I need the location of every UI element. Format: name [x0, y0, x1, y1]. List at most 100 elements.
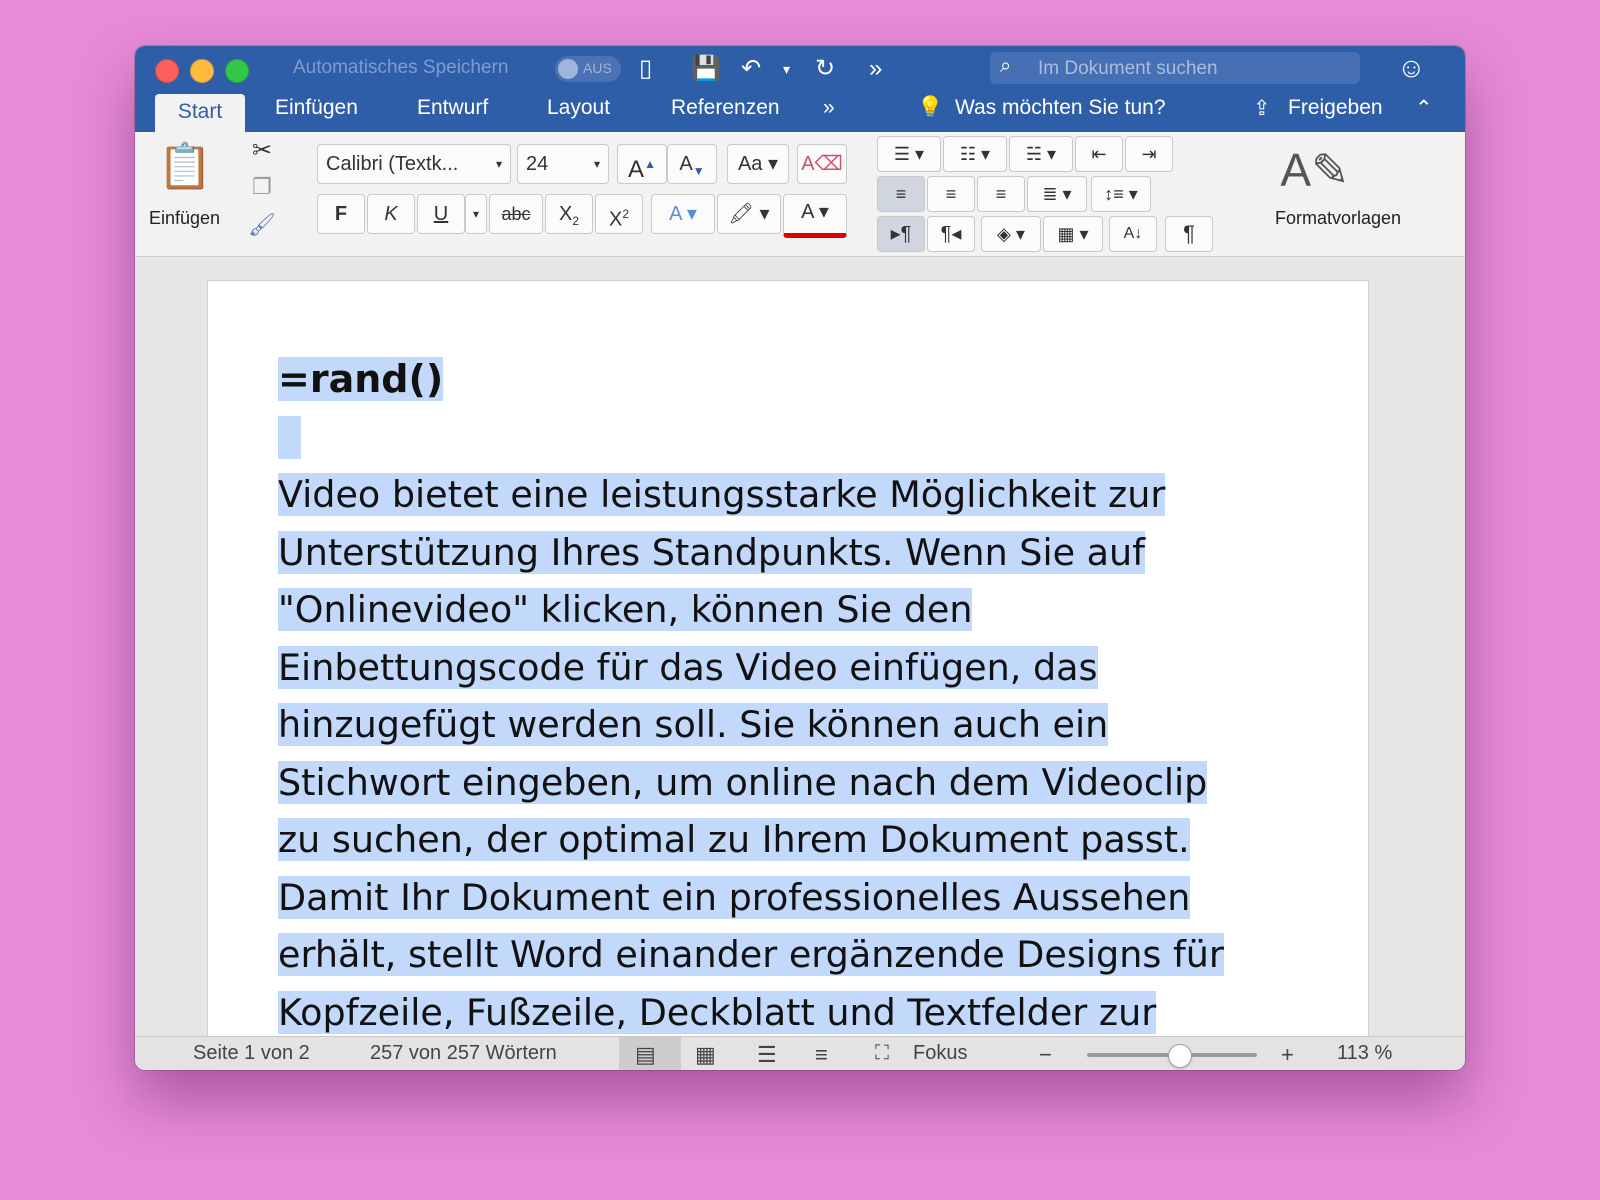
zoom-window-button[interactable] [225, 59, 249, 83]
tab-entwurf[interactable]: Entwurf [417, 96, 488, 120]
strikethrough-button[interactable]: abc [489, 194, 543, 234]
paragraph-line: Damit Ihr Dokument ein professionelles A… [278, 869, 1288, 927]
paragraph-text[interactable]: zu suchen, der optimal zu Ihrem Dokument… [278, 818, 1190, 861]
copy-icon[interactable]: ❐ [245, 174, 279, 208]
clipboard-icon[interactable]: 📋 [149, 140, 221, 200]
paragraph-text[interactable]: Unterstützung Ihres Standpunkts. Wenn Si… [278, 530, 1146, 574]
clear-formatting-icon[interactable]: A⌫ [797, 144, 847, 184]
page-count[interactable]: Seite 1 von 2 [193, 1042, 310, 1065]
change-case-icon[interactable]: Aa ▾ [727, 144, 789, 184]
underline-button[interactable]: U [417, 194, 465, 234]
highlight-icon[interactable]: 🖍 ▾ [717, 194, 781, 234]
status-bar: Seite 1 von 2 257 von 257 Wörtern ▤ ▦ ☰ … [135, 1036, 1465, 1070]
paragraph-text[interactable]: hinzugefügt werden soll. Sie können auch… [278, 703, 1109, 746]
document-body[interactable]: =rand() Video bietet eine leistungsstark… [278, 351, 1288, 1037]
heading-text[interactable]: =rand() [278, 357, 444, 401]
tab-referenzen[interactable]: Referenzen [671, 96, 780, 120]
styles-pane-icon[interactable]: A✎ [1275, 140, 1355, 200]
justify-icon[interactable]: ≣ ▾ [1027, 176, 1087, 212]
outline-view-icon[interactable]: ☰ [757, 1042, 777, 1068]
font-name-select[interactable]: Calibri (Textk... ▾ [317, 144, 511, 184]
borders-icon[interactable]: ▦ ▾ [1043, 216, 1103, 252]
shading-icon[interactable]: ◈ ▾ [981, 216, 1041, 252]
paste-label[interactable]: Einfügen [149, 208, 220, 229]
more-tabs-icon[interactable]: » [823, 96, 835, 120]
paragraph-text[interactable]: erhält, stellt Word einander ergänzende … [278, 933, 1224, 976]
share-icon[interactable]: ⇪ [1253, 96, 1271, 121]
share-button[interactable]: Freigeben [1288, 96, 1383, 120]
more-commands-icon[interactable]: » [869, 54, 882, 84]
autosave-label: Automatisches Speichern [293, 57, 509, 78]
word-count[interactable]: 257 von 257 Wörtern [370, 1042, 557, 1065]
align-right-icon[interactable]: ≡ [977, 176, 1025, 212]
font-color-icon[interactable]: A ▾ [783, 194, 847, 238]
tab-einfuegen[interactable]: Einfügen [275, 96, 358, 120]
document-search[interactable]: ⌕ Im Dokument suchen [990, 52, 1360, 84]
feedback-smiley-icon[interactable]: ☺ [1397, 52, 1426, 84]
cut-icon[interactable]: ✂ [245, 136, 279, 170]
document-page[interactable]: =rand() Video bietet eine leistungsstark… [208, 281, 1368, 1037]
paragraph-line: hinzugefügt werden soll. Sie können auch… [278, 696, 1288, 754]
focus-mode-button[interactable]: Fokus [913, 1042, 967, 1065]
focus-icon[interactable]: ⛶ [875, 1042, 889, 1065]
ribbon: 📋 Einfügen ✂ ❐ 🖌 Calibri (Textk... ▾ 24 … [135, 132, 1465, 257]
tell-me-field[interactable]: Was möchten Sie tun? [955, 96, 1166, 120]
paragraph-text[interactable]: Video bietet eine leistungsstarke Möglic… [278, 473, 1166, 516]
paragraph-text[interactable]: Stichwort eingeben, um online nach dem V… [278, 760, 1208, 804]
underline-dropdown-icon[interactable]: ▾ [465, 194, 487, 234]
save-icon[interactable]: 💾 [691, 54, 721, 84]
tab-start[interactable]: Start [155, 94, 245, 132]
undo-icon[interactable]: ↶ [741, 54, 761, 84]
web-layout-icon[interactable]: ▦ [695, 1042, 716, 1068]
paragraph-text[interactable]: "Onlinevideo" klicken, können Sie den [278, 588, 973, 631]
multilevel-list-icon[interactable]: ☵ ▾ [1009, 136, 1073, 172]
bold-button[interactable]: F [317, 194, 365, 234]
zoom-level[interactable]: 113 % [1337, 1042, 1392, 1065]
paragraph-line: zu suchen, der optimal zu Ihrem Dokument… [278, 811, 1288, 869]
paragraph-line: Einbettungscode für das Video einfügen, … [278, 639, 1288, 697]
styles-label[interactable]: Formatvorlagen [1275, 208, 1401, 229]
draft-view-icon[interactable]: ≡ [815, 1042, 828, 1068]
close-window-button[interactable] [155, 59, 179, 83]
numbering-icon[interactable]: ☷ ▾ [943, 136, 1007, 172]
subscript-icon[interactable]: X2 [545, 194, 593, 234]
sort-icon[interactable]: A↓ [1109, 216, 1157, 252]
align-center-icon[interactable]: ≡ [927, 176, 975, 212]
format-painter-icon[interactable]: 🖌 [245, 212, 279, 246]
paragraph-text[interactable]: Kopfzeile, Fußzeile, Deckblatt und Textf… [278, 990, 1157, 1034]
redo-icon[interactable]: ↻ [815, 54, 835, 84]
sidebar-icon[interactable]: ▯ [639, 54, 652, 84]
autosave-toggle[interactable]: AUS [555, 56, 621, 82]
align-left-icon[interactable]: ≡ [877, 176, 925, 212]
bullets-icon[interactable]: ☰ ▾ [877, 136, 941, 172]
undo-dropdown-icon[interactable]: ▾ [783, 54, 790, 84]
ltr-paragraph-icon[interactable]: ▸¶ [877, 216, 925, 252]
chevron-down-icon: ▾ [495, 157, 502, 171]
font-size-value: 24 [526, 153, 549, 175]
decrease-indent-icon[interactable]: ⇤ [1075, 136, 1123, 172]
italic-button[interactable]: K [367, 194, 415, 234]
zoom-in-icon[interactable]: + [1281, 1042, 1294, 1068]
line-spacing-icon[interactable]: ↕≡ ▾ [1091, 176, 1151, 212]
zoom-out-icon[interactable]: − [1039, 1042, 1052, 1068]
grow-font-icon[interactable]: A▲ [617, 144, 667, 184]
print-layout-icon[interactable]: ▤ [635, 1042, 656, 1068]
superscript-icon[interactable]: X2 [595, 194, 643, 234]
tab-layout[interactable]: Layout [547, 96, 610, 120]
font-size-select[interactable]: 24 ▾ [517, 144, 609, 184]
paragraph-text[interactable]: Einbettungscode für das Video einfügen, … [278, 645, 1098, 689]
rtl-paragraph-icon[interactable]: ¶◂ [927, 216, 975, 252]
paragraph-line: erhält, stellt Word einander ergänzende … [278, 926, 1288, 984]
empty-line [278, 409, 1288, 467]
show-formatting-marks-icon[interactable]: ¶ [1165, 216, 1213, 252]
text-effects-icon[interactable]: A ▾ [651, 194, 715, 234]
minimize-window-button[interactable] [190, 59, 214, 83]
paragraph-line: Video bietet eine leistungsstarke Möglic… [278, 466, 1288, 524]
shrink-font-icon[interactable]: A▼ [667, 144, 717, 184]
paragraph-text[interactable]: Damit Ihr Dokument ein professionelles A… [278, 875, 1191, 919]
collapse-ribbon-icon[interactable]: ⌃ [1415, 96, 1433, 121]
search-input[interactable]: Im Dokument suchen [1038, 58, 1218, 80]
zoom-slider-knob[interactable] [1167, 1044, 1192, 1068]
increase-indent-icon[interactable]: ⇥ [1125, 136, 1173, 172]
chevron-down-icon: ▾ [593, 157, 600, 171]
